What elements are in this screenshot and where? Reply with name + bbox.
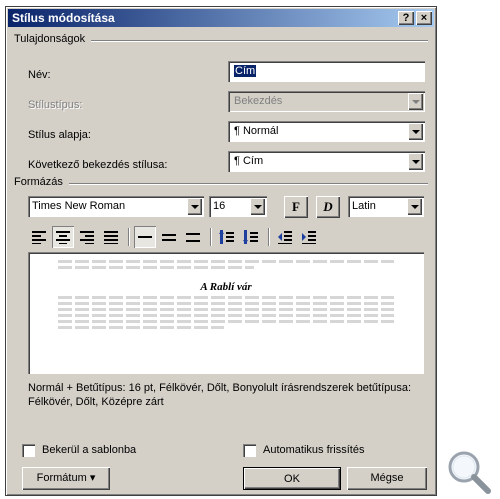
preview-filler [58, 260, 394, 263]
preview-filler [58, 308, 394, 311]
bold-button[interactable]: F [284, 196, 308, 218]
ok-button[interactable]: OK [243, 467, 341, 490]
name-input[interactable]: Cím [228, 61, 425, 82]
script-select[interactable]: Latin [348, 196, 424, 217]
style-type-value: Bekezdés [234, 95, 283, 107]
preview-sample-title: A Rablí vár [200, 281, 252, 293]
dialog-title: Stílus módosítása [12, 11, 115, 25]
based-on-value: ¶ Normál [234, 125, 279, 137]
preview-filler [58, 296, 394, 299]
cancel-button[interactable]: Mégse [347, 467, 427, 490]
style-type-label: Stílustípus: [28, 99, 83, 111]
properties-group-title: Tulajdonságok [14, 33, 92, 45]
preview-filler [58, 266, 254, 269]
single-spacing-icon[interactable] [134, 226, 156, 248]
next-style-value: ¶ Cím [234, 155, 264, 167]
next-style-select[interactable]: ¶ Cím [228, 151, 425, 172]
italic-button[interactable]: D [316, 196, 340, 218]
auto-update-label[interactable]: Automatikus frissítés [263, 444, 364, 456]
align-right-icon[interactable] [76, 226, 98, 248]
title-bar: Stílus módosítása ? × [8, 9, 434, 27]
formatting-group-title: Formázás [14, 176, 69, 188]
format-menu-button[interactable]: Formátum ▾ [22, 467, 110, 490]
increase-indent-icon[interactable] [298, 226, 320, 248]
name-value: Cím [234, 65, 257, 77]
font-select[interactable]: Times New Roman [28, 196, 204, 217]
size-value: 16 [213, 200, 226, 212]
paragraph-toolbar [28, 226, 428, 248]
space-before-decrease-icon[interactable] [240, 226, 262, 248]
based-on-select[interactable]: ¶ Normál [228, 121, 425, 142]
align-left-icon[interactable] [28, 226, 50, 248]
style-type-dropdown-icon [408, 93, 423, 110]
space-before-increase-icon[interactable] [216, 226, 238, 248]
align-center-icon[interactable] [52, 226, 74, 248]
close-button[interactable]: × [416, 11, 432, 25]
font-value: Times New Roman [32, 200, 126, 212]
based-on-label: Stílus alapja: [28, 129, 91, 141]
toolbar-separator [210, 228, 212, 246]
name-label: Név: [28, 69, 51, 81]
style-description: Normál + Betűtípus: 16 pt, Félkövér, Dől… [28, 382, 412, 408]
help-button[interactable]: ? [398, 11, 414, 25]
preview-filler [58, 320, 394, 323]
script-value: Latin [352, 200, 376, 212]
toolbar-separator [268, 228, 270, 246]
based-on-dropdown-icon[interactable] [408, 123, 423, 140]
auto-update-checkbox[interactable] [243, 444, 256, 457]
preview-filler [58, 302, 394, 305]
double-spacing-icon[interactable] [182, 226, 204, 248]
size-select[interactable]: 16 [209, 196, 267, 217]
decrease-indent-icon[interactable] [274, 226, 296, 248]
magnifier-icon[interactable] [444, 448, 494, 496]
size-dropdown-icon[interactable] [250, 198, 265, 215]
script-dropdown-icon[interactable] [407, 198, 422, 215]
add-to-template-label[interactable]: Bekerül a sablonba [42, 444, 136, 456]
preview-filler [58, 326, 224, 329]
next-style-label: Következő bekezdés stílusa: [28, 159, 168, 171]
one-half-spacing-icon[interactable] [158, 226, 180, 248]
justify-icon[interactable] [100, 226, 122, 248]
style-preview: A Rablí vár [28, 252, 424, 374]
toolbar-separator [128, 228, 130, 246]
preview-filler [58, 314, 394, 317]
next-style-dropdown-icon[interactable] [408, 153, 423, 170]
add-to-template-checkbox[interactable] [22, 444, 35, 457]
font-dropdown-icon[interactable] [187, 198, 202, 215]
style-type-select: Bekezdés [228, 91, 425, 112]
modify-style-dialog: Stílus módosítása ? × Tulajdonságok Név:… [5, 6, 437, 496]
